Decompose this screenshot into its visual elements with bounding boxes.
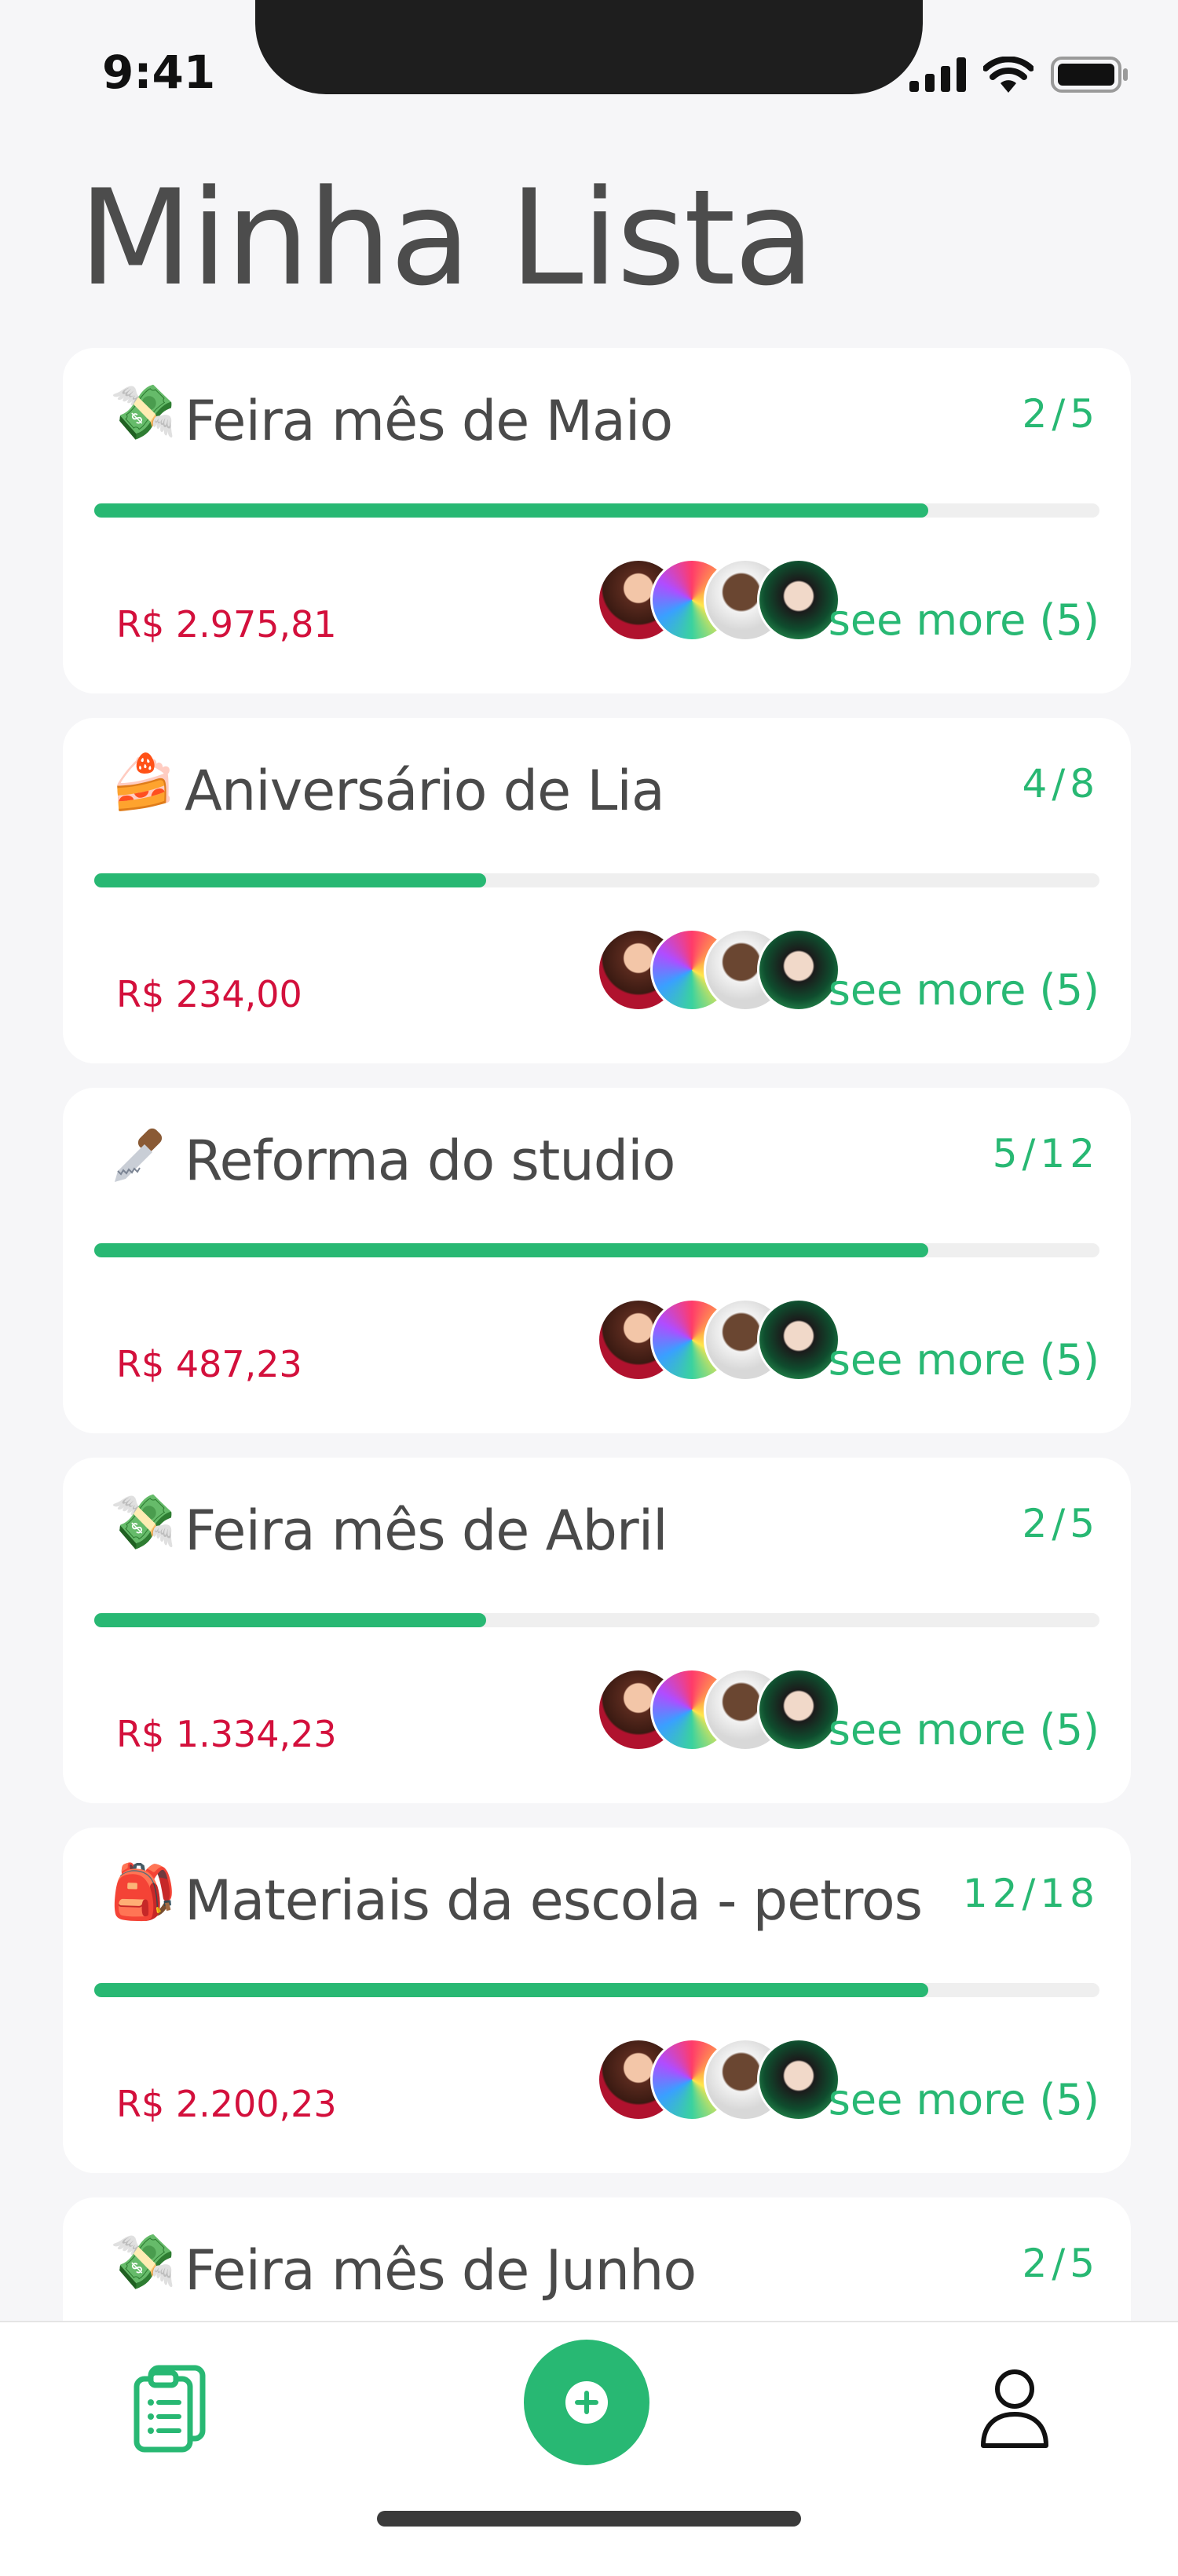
member-avatars [597,1298,848,1381]
list-card[interactable]: 🍰 Aniversário de Lia 4/8 R$ 234,00 see m… [63,718,1131,1063]
progress-fill [94,873,487,887]
cellular-signal-icon [909,57,966,92]
list-total-price: R$ 234,00 [116,973,302,1015]
app-screen: 9:41 Minha Lista 💸 Feira mês de Maio 2/5… [0,0,1178,2576]
status-time: 9:41 [102,46,216,99]
progress-fill [94,1243,929,1257]
progress-bar [94,503,1099,518]
clipboard-list-icon [134,2365,206,2453]
list-total-price: R$ 2.200,23 [116,2083,337,2125]
progress-fill [94,1613,487,1627]
see-more-link[interactable]: see more (5) [829,965,1099,1015]
list-total-price: R$ 1.334,23 [116,1713,337,1755]
progress-bar [94,1613,1099,1627]
member-avatars [597,558,848,642]
list-title: Reforma do studio [185,1129,675,1193]
progress-bar [94,1243,1099,1257]
item-count: 4/8 [1022,761,1099,807]
add-list-button[interactable] [524,2340,649,2465]
member-avatars [597,1668,848,1751]
list-card[interactable]: 💸 Feira mês de Abril 2/5 R$ 1.334,23 see… [63,1458,1131,1803]
item-count: 2/5 [1022,1501,1099,1546]
see-more-link[interactable]: see more (5) [829,1335,1099,1385]
see-more-link[interactable]: see more (5) [829,1705,1099,1755]
list-title: Feira mês de Maio [185,389,673,453]
tab-lists[interactable] [132,2362,210,2454]
wifi-icon [983,57,1033,93]
money-with-wings-icon: 💸 [110,2232,177,2292]
item-count: 2/5 [1022,391,1099,437]
list-title: Materiais da escola - petros [185,1868,923,1933]
device-notch [255,0,923,94]
list-card[interactable]: 💸 Feira mês de Maio 2/5 R$ 2.975,81 see … [63,348,1131,693]
list-card[interactable]: Reforma do studio 5/12 R$ 487,23 see mor… [63,1088,1131,1433]
plus-icon [565,2381,608,2424]
progress-bar [94,1983,1099,1997]
list-total-price: R$ 2.975,81 [116,603,337,646]
member-avatars [597,2038,848,2121]
member-avatars [597,928,848,1012]
item-count: 2/5 [1022,2241,1099,2286]
money-with-wings-icon: 💸 [110,1492,177,1552]
status-icons [909,57,1129,93]
backpack-icon: 🎒 [110,1862,177,1922]
progress-bar [94,873,1099,887]
item-count: 12/18 [962,1871,1099,1916]
list-title: Feira mês de Abril [185,1498,668,1563]
page-title: Minha Lista [79,161,815,315]
progress-fill [94,503,929,518]
list-card[interactable]: 🎒 Materiais da escola - petros 12/18 R$ … [63,1828,1131,2173]
list-total-price: R$ 487,23 [116,1343,302,1385]
tab-bar [0,2321,1178,2576]
see-more-link[interactable]: see more (5) [829,595,1099,645]
progress-fill [94,1983,929,1997]
home-indicator [377,2511,801,2527]
cake-icon: 🍰 [110,752,177,812]
list-title: Feira mês de Junho [185,2238,697,2303]
tab-profile[interactable] [977,2367,1052,2449]
money-with-wings-icon: 💸 [110,382,177,442]
item-count: 5/12 [992,1131,1099,1176]
saw-icon [110,1125,170,1194]
person-icon [981,2369,1048,2448]
see-more-link[interactable]: see more (5) [829,2075,1099,2124]
battery-icon [1051,57,1128,93]
list-title: Aniversário de Lia [185,759,665,823]
